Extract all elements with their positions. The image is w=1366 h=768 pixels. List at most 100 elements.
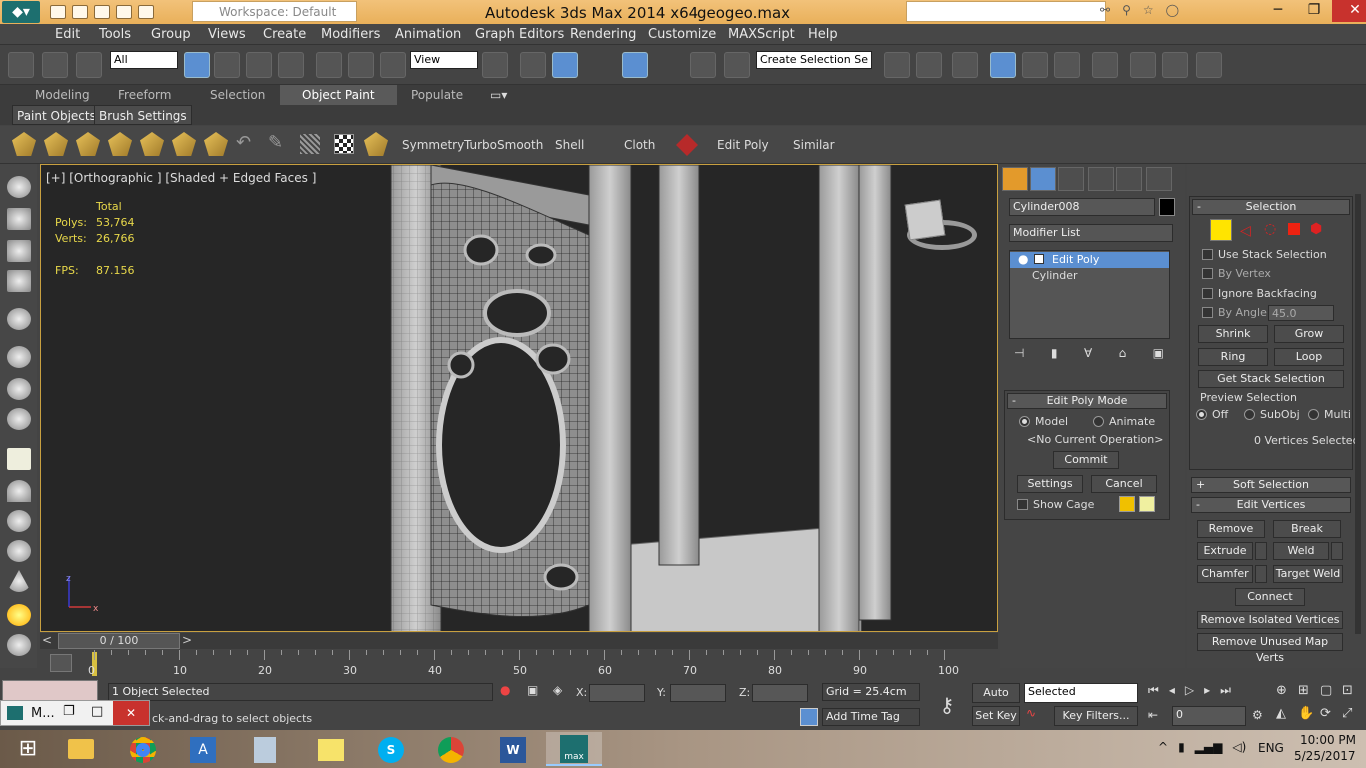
chamfer-button[interactable]: Chamfer	[1197, 565, 1253, 583]
go-to-start-icon[interactable]: ⏮	[1148, 683, 1159, 698]
ring-button[interactable]: Ring	[1198, 348, 1268, 366]
calculator-icon[interactable]	[238, 732, 294, 766]
next-frame-icon[interactable]: ▸	[1204, 683, 1210, 698]
tab-modeling[interactable]: Modeling	[35, 88, 90, 102]
tab-object-paint[interactable]: Object Paint	[280, 85, 397, 105]
battery-icon[interactable]: ▮	[1178, 740, 1185, 754]
border-mode-icon[interactable]: ◌	[1264, 221, 1276, 237]
save-file-icon[interactable]	[94, 5, 110, 19]
layer-manager-icon[interactable]	[952, 52, 978, 78]
edit-named-selection-icon[interactable]	[724, 52, 750, 78]
chrome-icon[interactable]	[116, 732, 172, 766]
curve-editor-icon[interactable]	[1022, 52, 1048, 78]
menu-group[interactable]: Group	[151, 27, 191, 42]
paint-object-icon[interactable]	[76, 132, 100, 156]
extrude-button[interactable]: Extrude	[1197, 542, 1253, 560]
tab-selection[interactable]: Selection	[210, 88, 265, 102]
sub-tab-brush-settings[interactable]: Brush Settings	[94, 105, 192, 125]
object-name-field[interactable]: Cylinder008	[1009, 198, 1155, 216]
break-button[interactable]: Break	[1273, 520, 1341, 538]
model-radio[interactable]	[1019, 416, 1030, 427]
table-icon[interactable]	[7, 270, 31, 292]
tab-populate[interactable]: Populate	[411, 88, 463, 102]
search-input[interactable]	[906, 1, 1106, 22]
time-tag-icon[interactable]	[800, 708, 818, 726]
element-mode-icon[interactable]: ⬢	[1310, 221, 1322, 237]
cancel-button[interactable]: Cancel	[1091, 475, 1157, 493]
menu-graph-editors[interactable]: Graph Editors	[475, 27, 564, 42]
checker-icon[interactable]	[334, 134, 354, 154]
star-icon[interactable]: ☆	[1143, 3, 1154, 17]
zoom-all-icon[interactable]: ⊞	[1298, 683, 1320, 698]
tab-freeform[interactable]: Freeform	[118, 88, 171, 102]
by-vertex-checkbox[interactable]	[1202, 268, 1213, 279]
menu-tools[interactable]: Tools	[99, 27, 131, 42]
app-logo-icon[interactable]: ◆▾	[2, 1, 40, 23]
pan-icon[interactable]: ✋	[1298, 706, 1320, 721]
menu-modifiers[interactable]: Modifiers	[321, 27, 380, 42]
scale-icon[interactable]	[380, 52, 406, 78]
menu-views[interactable]: Views	[208, 27, 246, 42]
move-icon[interactable]	[316, 52, 342, 78]
show-cage-checkbox[interactable]	[1017, 499, 1028, 510]
paint-object-icon[interactable]	[140, 132, 164, 156]
sticky-notes-icon[interactable]	[302, 732, 358, 766]
configure-sets-icon[interactable]: ▣	[1153, 346, 1164, 362]
graphite-toggle-icon[interactable]	[990, 52, 1016, 78]
selection-filter-dropdown[interactable]: All	[110, 51, 178, 69]
tangent-icon[interactable]: ∿	[1026, 706, 1050, 726]
modify-tab-icon[interactable]	[1030, 167, 1056, 191]
window-crossing-icon[interactable]	[278, 52, 304, 78]
animate-radio[interactable]	[1093, 416, 1104, 427]
list-icon[interactable]	[7, 240, 31, 262]
y-coordinate-field[interactable]	[670, 684, 726, 702]
cage-selected-color-swatch[interactable]	[1139, 496, 1155, 512]
rendered-frame-icon[interactable]	[1162, 52, 1188, 78]
remove-button[interactable]: Remove	[1197, 520, 1265, 538]
paint-brush-icon[interactable]: ✎	[268, 132, 292, 156]
menu-help[interactable]: Help	[808, 27, 838, 42]
object-color-swatch[interactable]	[1159, 198, 1175, 216]
set-key-icon[interactable]: ⚷	[930, 688, 964, 722]
edit-vertices-rollout[interactable]: - Edit Vertices	[1191, 497, 1351, 513]
select-object-icon[interactable]	[184, 52, 210, 78]
menu-create[interactable]: Create	[263, 27, 306, 42]
track-bar[interactable]: 0 10 20 30 40 50 60 70 80 90 100	[40, 650, 998, 680]
panel-scrollbar[interactable]	[1355, 194, 1361, 634]
zoom-extents-all-icon[interactable]: ⊡	[1342, 683, 1364, 698]
chamfer-settings-button[interactable]	[1255, 565, 1267, 583]
paint-object-icon[interactable]	[172, 132, 196, 156]
set-key-button[interactable]: Set Key	[972, 706, 1020, 726]
x-coordinate-field[interactable]	[589, 684, 645, 702]
lightbulb-icon[interactable]: ●	[1018, 252, 1028, 266]
render-teapot-icon[interactable]	[1196, 52, 1222, 78]
motion-tab-icon[interactable]	[1088, 167, 1114, 191]
close-button[interactable]: ✕	[1332, 0, 1366, 22]
use-stack-selection-checkbox[interactable]	[1202, 249, 1213, 260]
cone-icon[interactable]	[7, 570, 31, 592]
add-time-tag[interactable]: Add Time Tag	[822, 708, 920, 726]
turbosmooth-button[interactable]: TurboSmooth	[464, 138, 543, 152]
angle-spinner[interactable]: 45.0	[1268, 305, 1334, 321]
menu-rendering[interactable]: Rendering	[570, 27, 636, 42]
preview-off-radio[interactable]	[1196, 409, 1207, 420]
material-editor-icon[interactable]	[1092, 52, 1118, 78]
spinner-snap-icon[interactable]	[690, 52, 716, 78]
menu-animation[interactable]: Animation	[395, 27, 461, 42]
file-explorer-icon[interactable]	[52, 732, 108, 766]
align-icon[interactable]	[916, 52, 942, 78]
rotate-icon[interactable]	[348, 52, 374, 78]
restore-button[interactable]: ❐	[1296, 0, 1332, 22]
workspace-dropdown[interactable]: Workspace: Default	[192, 1, 357, 22]
reference-coordinate-dropdown[interactable]: View	[410, 51, 478, 69]
cage-color-swatch[interactable]	[1119, 496, 1135, 512]
render-icon[interactable]	[7, 208, 31, 230]
viewport[interactable]: [+] [Orthographic ] [Shaded + Edged Face…	[40, 164, 998, 632]
pick-object-icon[interactable]: ↶	[236, 132, 260, 156]
settings-button[interactable]: Settings	[1017, 475, 1083, 493]
undo-icon[interactable]	[116, 5, 132, 19]
cloth-button[interactable]: Cloth	[624, 138, 655, 152]
select-by-name-icon[interactable]	[214, 52, 240, 78]
by-angle-checkbox[interactable]	[1202, 307, 1213, 318]
preview-subobj-radio[interactable]	[1244, 409, 1255, 420]
